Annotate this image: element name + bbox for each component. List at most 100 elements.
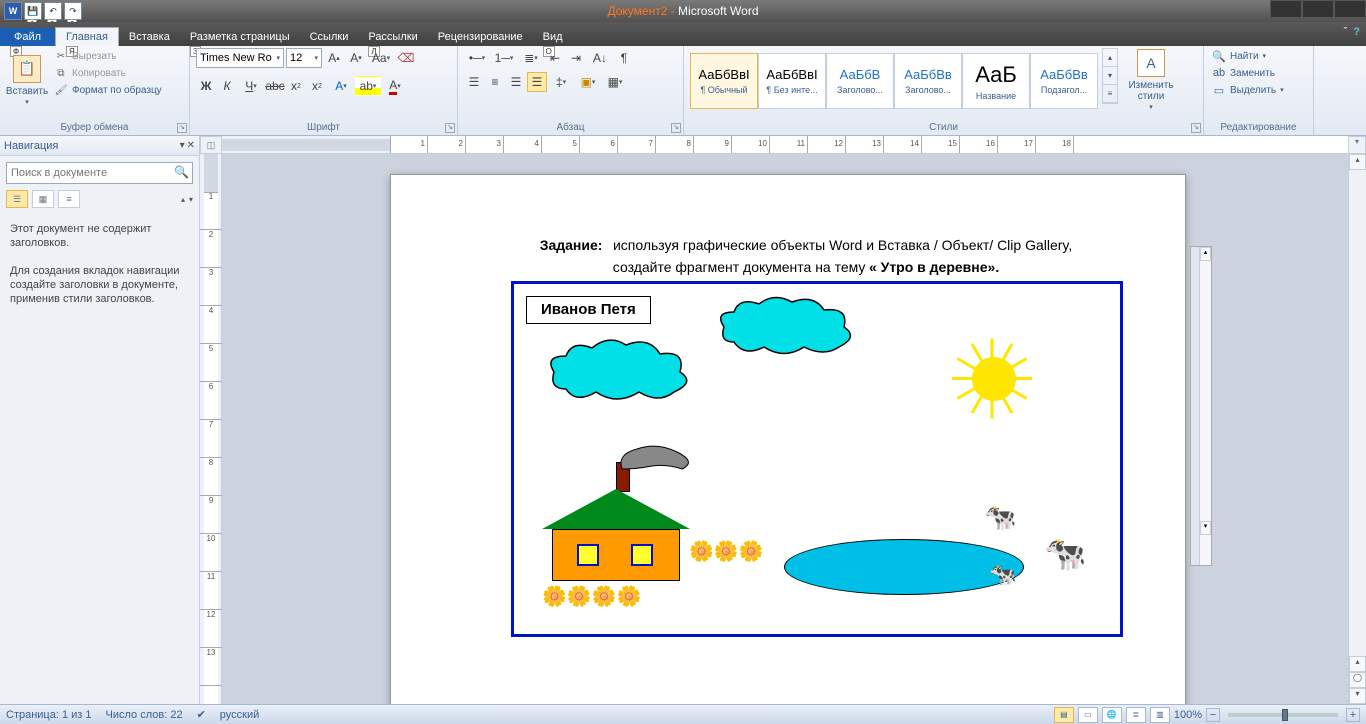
replace-button[interactable]: abЗаменить	[1210, 65, 1286, 81]
clipboard-launcher[interactable]: ↘	[177, 123, 187, 133]
zoom-out-button[interactable]: −	[1206, 708, 1220, 722]
view-web[interactable]: 🌐	[1102, 707, 1122, 723]
subscript-button[interactable]: x2	[286, 76, 306, 96]
style-item[interactable]: АаБбВвПодзагол...	[1030, 53, 1098, 109]
change-case-button[interactable]: Aa▾	[368, 48, 394, 68]
close-button[interactable]	[1334, 0, 1366, 18]
status-proofing-icon[interactable]: ✔	[197, 708, 206, 721]
zoom-in-button[interactable]: +	[1346, 708, 1360, 722]
style-item[interactable]: АаБбВвІ¶ Обычный	[690, 53, 758, 109]
numbering-button[interactable]: 1─▾	[491, 48, 517, 68]
zoom-slider[interactable]	[1228, 713, 1338, 717]
borders-button[interactable]: ▦▾	[602, 72, 628, 92]
multilevel-button[interactable]: ≣▾	[518, 48, 544, 68]
ribbon-minimize-icon[interactable]: ˇ	[1344, 26, 1348, 38]
style-item[interactable]: АаБНазвание	[962, 53, 1030, 109]
select-button[interactable]: ▭Выделить▾	[1210, 82, 1286, 98]
tab-insert[interactable]: Вставка	[119, 28, 180, 46]
styles-scroll[interactable]: ▴▾≡	[1102, 48, 1118, 104]
highlight-button[interactable]: ab▾	[355, 76, 381, 96]
nav-menu-icon[interactable]: ▾	[180, 140, 185, 151]
justify-button[interactable]: ☰	[527, 72, 547, 92]
tab-review[interactable]: Рецензирование	[428, 28, 533, 46]
nav-tab-pages[interactable]: ▦	[32, 190, 54, 208]
workspace: Навигация ▾✕ 🔍 ☰ ▦ ≡ ▴▾ Этот документ не…	[0, 136, 1366, 704]
sun-shape	[934, 319, 1054, 439]
show-marks-button[interactable]: ¶	[614, 48, 634, 68]
nav-search-input[interactable]	[6, 162, 193, 184]
text-effects-button[interactable]: A▾	[328, 76, 354, 96]
italic-button[interactable]: К	[217, 76, 237, 96]
shading-button[interactable]: ▣▾	[575, 72, 601, 92]
clear-formatting-button[interactable]: ⌫	[396, 48, 416, 68]
font-launcher[interactable]: ↘	[445, 123, 455, 133]
find-button[interactable]: 🔍Найти▾	[1210, 48, 1286, 64]
strike-button[interactable]: abc	[265, 76, 285, 96]
nav-tab-headings[interactable]: ☰	[6, 190, 28, 208]
shrink-font-button[interactable]: A▾	[346, 48, 366, 68]
minimize-button[interactable]	[1270, 0, 1302, 18]
status-words[interactable]: Число слов: 22	[106, 709, 183, 721]
document-page[interactable]: Задание: используя графические объекты W…	[390, 174, 1186, 704]
nav-tabs: ☰ ▦ ≡ ▴ ▾	[0, 190, 199, 208]
change-styles-button[interactable]: A Изменить стили▾	[1122, 48, 1180, 114]
scrollbar-vertical[interactable]: ▴ ▴◯▾	[1348, 154, 1366, 704]
ruler-horizontal[interactable]: 123456789101112131415161718	[222, 136, 1348, 154]
cut-button[interactable]: ✂Вырезать	[52, 48, 164, 64]
increase-indent-button[interactable]: ⇥	[566, 48, 586, 68]
navigation-pane: Навигация ▾✕ 🔍 ☰ ▦ ≡ ▴▾ Этот документ не…	[0, 136, 200, 704]
view-outline[interactable]: ≣	[1126, 707, 1146, 723]
paste-button[interactable]: 📋 Вставить ▾	[6, 48, 48, 114]
ruler-toggle[interactable]: ▾	[1348, 136, 1366, 154]
tab-references[interactable]: Ссылки	[300, 28, 359, 46]
status-language[interactable]: русский	[220, 709, 259, 721]
sort-button[interactable]: A↓	[587, 48, 613, 68]
group-styles-title: Стили	[690, 121, 1197, 135]
align-left-button[interactable]: ☰	[464, 72, 484, 92]
tab-page-layout[interactable]: Разметка страницыЗ	[180, 28, 300, 46]
ruler-corner[interactable]: ◫	[200, 136, 222, 154]
styles-launcher[interactable]: ↘	[1191, 123, 1201, 133]
style-item[interactable]: АаБбВЗаголово...	[826, 53, 894, 109]
underline-button[interactable]: Ч▾	[238, 76, 264, 96]
nav-tab-results[interactable]: ≡	[58, 190, 80, 208]
decrease-indent-button[interactable]: ⇤	[545, 48, 565, 68]
drawing-canvas[interactable]: Иванов Петя	[511, 281, 1123, 637]
nav-close-icon[interactable]: ✕	[187, 140, 195, 151]
maximize-button[interactable]	[1302, 0, 1334, 18]
zoom-level[interactable]: 100%	[1174, 709, 1202, 721]
bold-button[interactable]: Ж	[196, 76, 216, 96]
superscript-button[interactable]: x2	[307, 76, 327, 96]
bullets-button[interactable]: •─▾	[464, 48, 490, 68]
align-center-button[interactable]: ≡	[485, 72, 505, 92]
align-right-button[interactable]: ☰	[506, 72, 526, 92]
view-print-layout[interactable]: ▤	[1054, 707, 1074, 723]
font-size-combo[interactable]: 12▾	[286, 48, 322, 68]
window-controls	[1270, 0, 1366, 18]
nav-prev-icon[interactable]: ▴	[181, 195, 185, 204]
house-body-shape	[552, 529, 680, 581]
font-color-button[interactable]: A▾	[382, 76, 408, 96]
copy-button[interactable]: ⧉Копировать	[52, 65, 164, 81]
line-spacing-button[interactable]: ‡▾	[548, 72, 574, 92]
replace-icon: ab	[1212, 66, 1226, 80]
view-full-screen[interactable]: ▭	[1078, 707, 1098, 723]
nav-next-icon[interactable]: ▾	[189, 195, 193, 204]
grow-font-button[interactable]: A▴	[324, 48, 344, 68]
group-paragraph: •─▾ 1─▾ ≣▾ ⇤ ⇥ A↓ ¶ ☰ ≡ ☰ ☰ ‡▾ ▣▾ ▦▾ Абз…	[458, 46, 684, 135]
tab-view[interactable]: ВидО	[533, 28, 573, 46]
format-painter-button[interactable]: 🖌Формат по образцу	[52, 82, 164, 98]
help-icon[interactable]: ?	[1353, 26, 1360, 38]
style-item[interactable]: АаБбВвЗаголово...	[894, 53, 962, 109]
tab-home[interactable]: ГлавнаяЯ	[55, 27, 119, 46]
ruler-vertical[interactable]: 12345678910111213	[200, 154, 222, 704]
paragraph-launcher[interactable]: ↘	[671, 123, 681, 133]
flowers-clip: 🌼🌼🌼🌼	[542, 584, 642, 609]
status-page[interactable]: Страница: 1 из 1	[6, 709, 92, 721]
search-icon[interactable]: 🔍	[174, 165, 189, 179]
tab-mailings[interactable]: РассылкиЛ	[358, 28, 427, 46]
tab-file[interactable]: ФайлФ	[0, 28, 55, 46]
style-item[interactable]: АаБбВвІ¶ Без инте...	[758, 53, 826, 109]
view-draft[interactable]: ▥	[1150, 707, 1170, 723]
font-name-combo[interactable]: Times New Ro▾	[196, 48, 284, 68]
